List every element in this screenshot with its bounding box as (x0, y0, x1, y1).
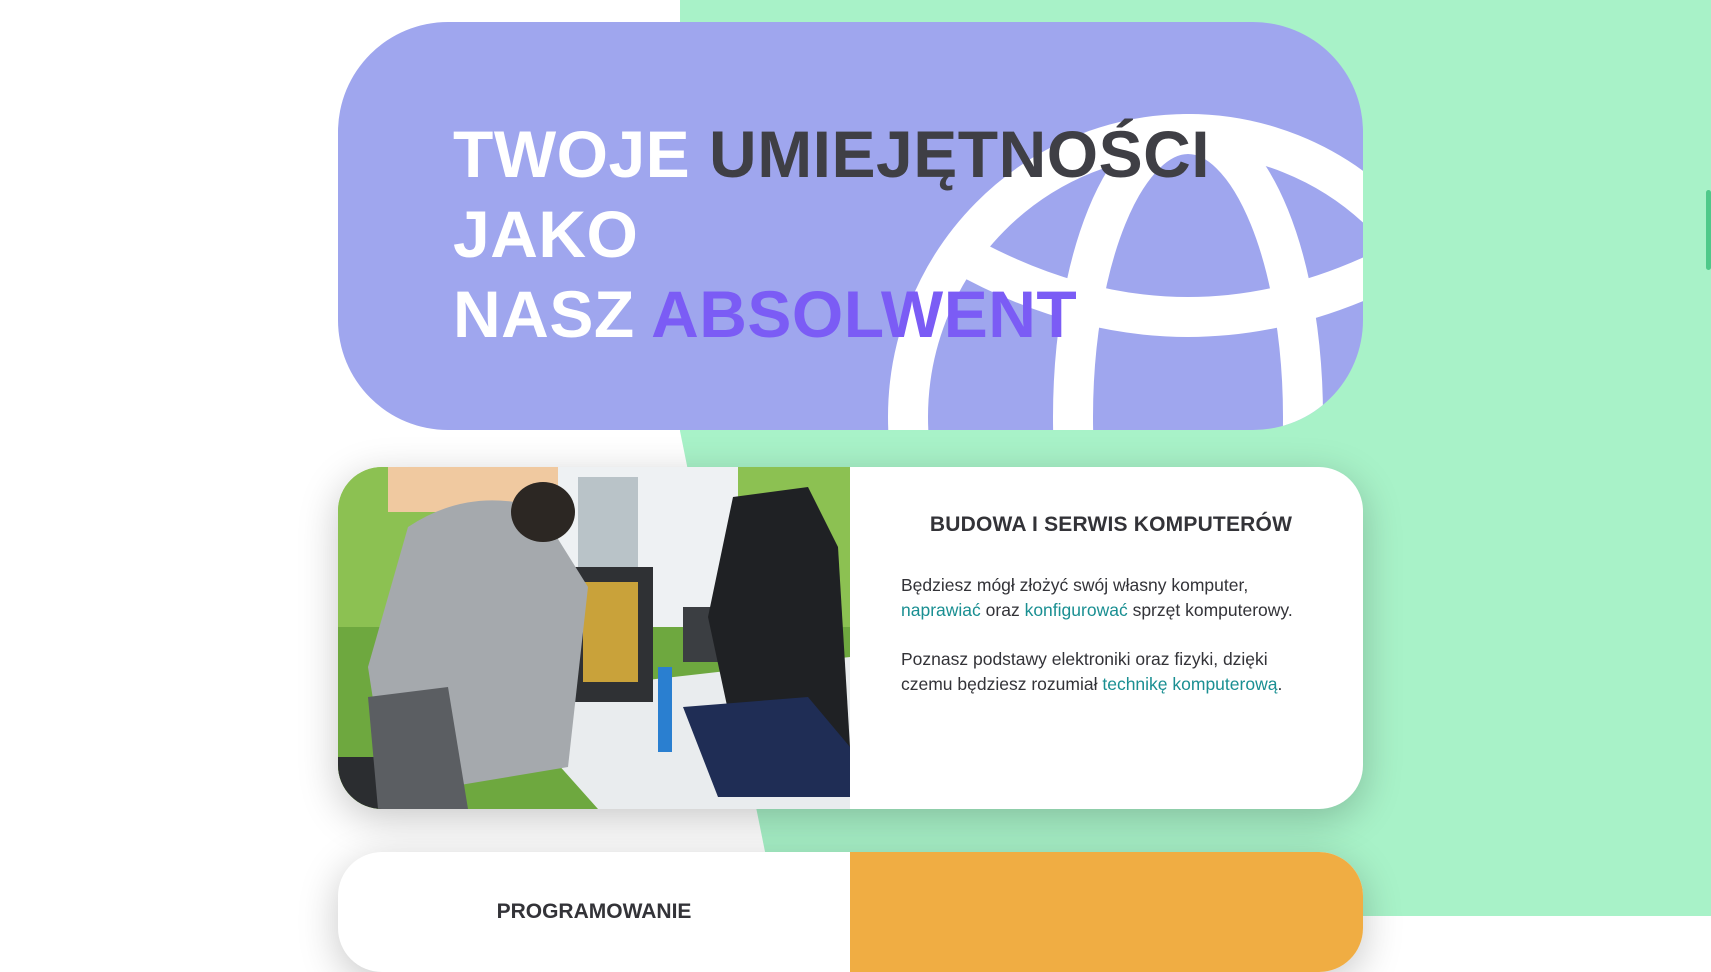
card-paragraph-2: Poznasz podstawy elektroniki oraz fizyki… (901, 647, 1321, 697)
scrollbar[interactable] (1705, 0, 1711, 916)
card-heading: BUDOWA I SERWIS KOMPUTERÓW (929, 513, 1293, 536)
p1-text-before: Będziesz mógł złożyć swój własny kompute… (901, 575, 1249, 595)
link-naprawiac[interactable]: naprawiać (901, 600, 981, 620)
p1-text-mid: oraz (985, 600, 1020, 620)
hero-word-absolwent: ABSOLWENT (651, 277, 1078, 351)
students-repairing-computer-image (338, 467, 850, 809)
p1-text-after: sprzęt komputerowy. (1132, 600, 1293, 620)
hardware-photo (338, 467, 850, 809)
skill-card-programming: PROGRAMOWANIE (338, 852, 1363, 972)
card2-heading: PROGRAMOWANIE (496, 900, 692, 923)
card-paragraph-1: Będziesz mógł złożyć swój własny kompute… (901, 573, 1321, 623)
link-technike-komputerowa[interactable]: technikę komputerową (1102, 674, 1277, 694)
hero-title: TWOJE UMIEJĘTNOŚCI JAKO NASZ ABSOLWENT (453, 114, 1210, 354)
hero-word-jako: JAKO (453, 197, 639, 271)
scrollbar-thumb[interactable] (1706, 190, 1711, 270)
hero-banner: TWOJE UMIEJĘTNOŚCI JAKO NASZ ABSOLWENT (338, 22, 1363, 430)
hero-word-twoje: TWOJE (453, 117, 691, 191)
link-konfigurowac[interactable]: konfigurować (1025, 600, 1128, 620)
programming-photo (850, 852, 1363, 972)
hero-word-nasz: NASZ (453, 277, 635, 351)
p2-text-after: . (1277, 674, 1283, 694)
hardware-card-body: BUDOWA I SERWIS KOMPUTERÓW Będziesz mógł… (901, 513, 1321, 721)
skill-card-hardware: BUDOWA I SERWIS KOMPUTERÓW Będziesz mógł… (338, 467, 1363, 809)
hero-word-umiejetnosci: UMIEJĘTNOŚCI (709, 117, 1211, 191)
